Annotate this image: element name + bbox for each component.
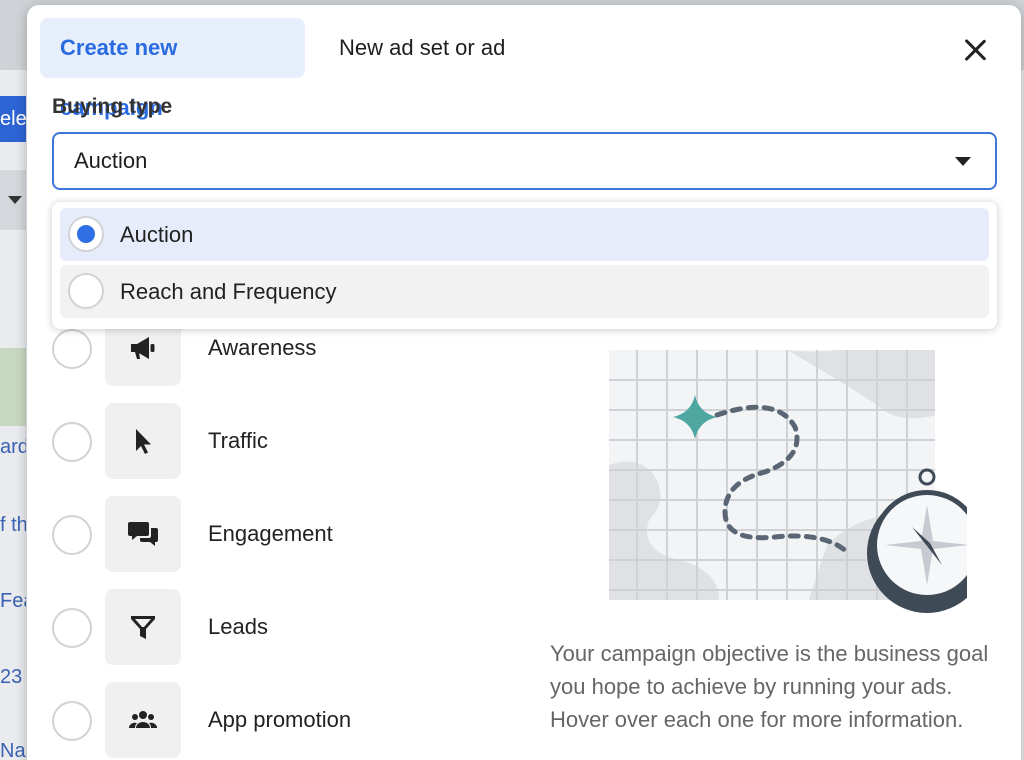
people-icon <box>128 711 158 728</box>
option-reach-and-frequency[interactable]: Reach and Frequency <box>60 265 989 318</box>
background-highlight <box>0 348 26 426</box>
close-icon[interactable] <box>955 30 995 70</box>
option-label: Reach and Frequency <box>120 279 337 304</box>
objective-description: Your campaign objective is the business … <box>550 641 989 732</box>
radio-button[interactable] <box>68 216 104 252</box>
cursor-icon <box>136 429 151 454</box>
radio-button[interactable] <box>52 515 92 555</box>
background-text: f th <box>0 514 26 536</box>
background-dropdown <box>0 170 26 230</box>
background-text: Nac <box>0 740 26 760</box>
tab-create-new-campaign[interactable]: Create new campaign <box>40 18 305 120</box>
objective-label: App promotion <box>208 707 352 732</box>
create-campaign-modal: Create new campaign New ad set or ad Buy… <box>27 5 1021 760</box>
funnel-icon <box>131 616 155 639</box>
objective-icon-tile <box>105 589 181 665</box>
option-label: Auction <box>120 222 194 247</box>
buying-type-select[interactable]: Auction <box>52 132 997 190</box>
megaphone-icon <box>131 337 155 359</box>
objective-app-promotion[interactable]: App promotion <box>49 682 529 760</box>
objective-icon-tile <box>105 496 181 572</box>
buying-type-label: Buying type <box>52 95 173 118</box>
radio-button[interactable] <box>52 422 92 462</box>
buying-type-dropdown: Auction Reach and Frequency <box>52 202 997 329</box>
radio-button[interactable] <box>52 701 92 741</box>
background-text: ard <box>0 436 26 458</box>
buying-type-selected-value: Auction <box>74 148 148 173</box>
radio-button[interactable] <box>52 329 92 369</box>
objective-label: Leads <box>208 614 268 639</box>
objective-icon-tile <box>105 403 181 479</box>
objective-traffic[interactable]: Traffic <box>49 403 529 481</box>
objective-icon-tile <box>105 682 181 758</box>
caret-down-icon <box>955 157 971 166</box>
tab-new-ad-set-or-ad[interactable]: New ad set or ad <box>319 18 539 78</box>
option-auction[interactable]: Auction <box>60 208 989 261</box>
background-button: ele <box>0 96 26 142</box>
background-text: 23 <box>0 666 23 688</box>
chat-bubbles-icon <box>128 522 158 546</box>
objective-label: Traffic <box>208 428 268 453</box>
background-text: Fea <box>0 590 26 612</box>
map-illustration <box>609 350 967 613</box>
radio-button[interactable] <box>68 273 104 309</box>
objective-engagement[interactable]: Engagement <box>49 496 529 574</box>
objective-label: Engagement <box>208 521 333 546</box>
radio-button[interactable] <box>52 608 92 648</box>
objective-leads[interactable]: Leads <box>49 589 529 667</box>
